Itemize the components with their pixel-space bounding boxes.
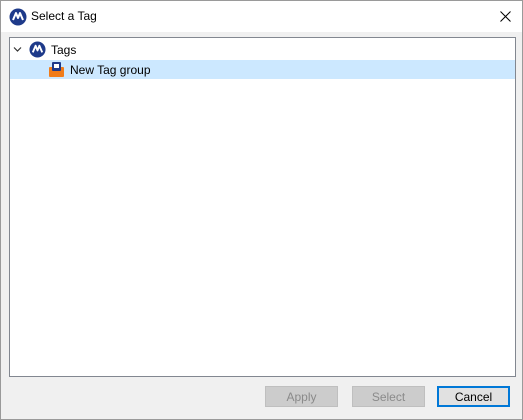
close-button[interactable] [488,1,522,32]
tag-tree[interactable]: Tags New Tag group [9,37,516,377]
tree-item-label: New Tag group [70,63,151,77]
chevron-down-icon[interactable] [13,45,22,54]
tag-group-icon [49,62,64,77]
window-title: Select a Tag [31,9,97,23]
tags-logo-icon [9,8,27,26]
select-button[interactable]: Select [352,386,425,407]
select-tag-dialog: Select a Tag Tags New Tag group Apply Se… [0,0,523,420]
cancel-button[interactable]: Cancel [437,386,510,407]
title-bar: Select a Tag [1,1,522,32]
tree-item-new-tag-group[interactable]: New Tag group [10,60,515,79]
tree-item-label: Tags [51,43,77,57]
tree-item-tags[interactable]: Tags [10,40,515,59]
tags-logo-icon [29,41,46,58]
apply-button[interactable]: Apply [265,386,338,407]
close-icon [499,11,511,22]
